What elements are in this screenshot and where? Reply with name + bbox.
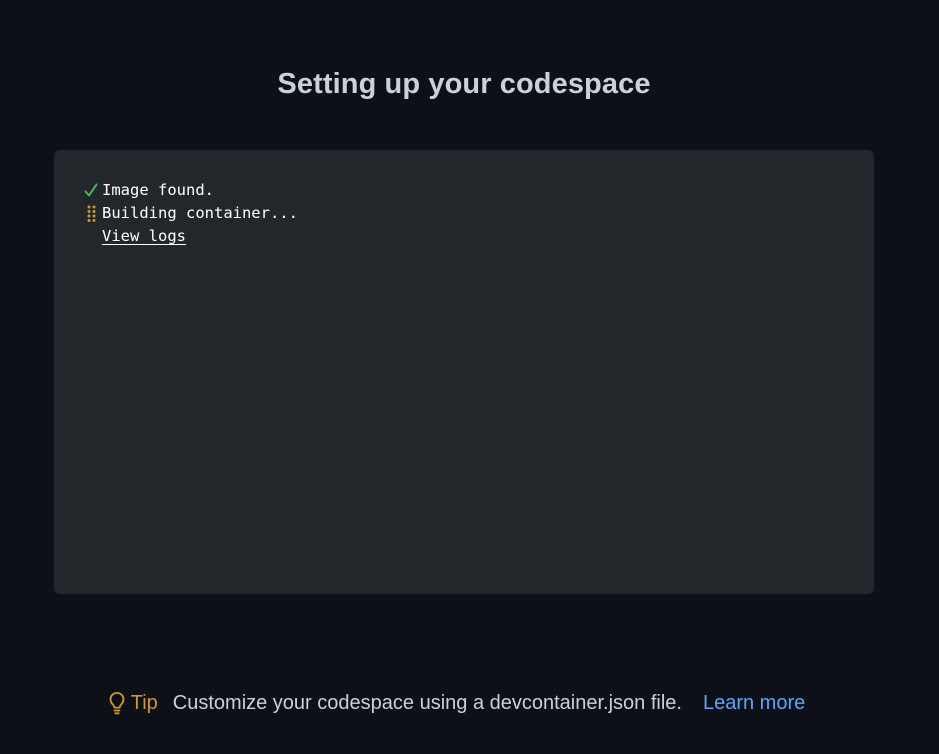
check-icon bbox=[84, 179, 102, 202]
log-line-image-found: Image found. bbox=[84, 179, 298, 202]
log-line-text: Image found. bbox=[102, 181, 214, 199]
log-lines: Image found. Building container... View … bbox=[84, 179, 298, 248]
spinner-icon bbox=[84, 202, 102, 225]
page-title: Setting up your codespace bbox=[277, 68, 651, 100]
learn-more-link[interactable]: Learn more bbox=[703, 686, 805, 720]
tip-label: Tip bbox=[130, 692, 158, 714]
tip-text: Customize your codespace using a devcont… bbox=[172, 692, 682, 714]
tip-bar: Tip Customize your codespace using a dev… bbox=[0, 686, 912, 720]
lightbulb-icon bbox=[107, 690, 127, 716]
log-panel: Image found. Building container... View … bbox=[54, 150, 874, 594]
